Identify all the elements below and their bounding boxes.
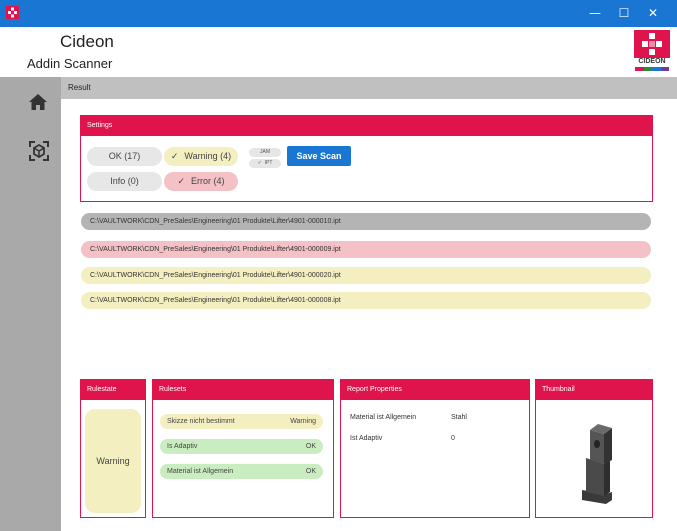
ruleset-result: Warning	[290, 418, 316, 425]
sidebar	[0, 77, 61, 531]
check-icon: ✓	[177, 176, 186, 186]
main-content: Result Settings OK (17) Info (0) ✓ Warnin…	[61, 77, 677, 531]
cideon-logo: CIDEON	[634, 30, 670, 74]
property-name: Ist Adaptiv	[350, 435, 383, 442]
filter-error-toggle[interactable]: ✓ Error (4)	[164, 172, 238, 191]
window-titlebar[interactable]: — ☐ ✕	[0, 0, 677, 27]
rulestate-panel: Rulestate Warning	[80, 379, 146, 518]
ruleset-result: OK	[305, 468, 316, 475]
ruleset-item[interactable]: Is Adaptiv OK	[160, 439, 323, 454]
rulestate-title: Rulestate	[81, 380, 145, 400]
property-name: Material ist Allgemein	[350, 414, 417, 421]
save-scan-button[interactable]: Save Scan	[287, 146, 351, 166]
file-row[interactable]: C:\VAULTWORK\CDN_PreSales\Engineering\01…	[81, 241, 651, 258]
part-thumbnail-image	[582, 424, 612, 504]
file-row[interactable]: C:\VAULTWORK\CDN_PreSales\Engineering\01…	[81, 213, 651, 230]
rulestate-badge: Warning	[85, 409, 141, 513]
file-row[interactable]: C:\VAULTWORK\CDN_PreSales\Engineering\01…	[81, 267, 651, 284]
filetype-jam-toggle[interactable]: JAM	[249, 148, 281, 157]
thumbnail-panel: Thumbnail	[535, 379, 653, 518]
app-header: Cideon Addin Scanner CIDEON	[0, 27, 677, 77]
filter-info-toggle[interactable]: Info (0)	[87, 172, 162, 191]
app-icon	[6, 6, 19, 19]
scan-icon[interactable]	[29, 141, 49, 161]
rulesets-title: Rulesets	[153, 380, 333, 400]
close-button[interactable]: ✕	[645, 5, 661, 21]
thumbnail-title: Thumbnail	[536, 380, 652, 400]
property-value: Stahl	[451, 414, 467, 421]
report-properties-title: Report Properties	[341, 380, 529, 400]
app-title: Cideon	[60, 32, 114, 51]
check-icon: ✓	[257, 160, 262, 166]
property-value: 0	[451, 435, 455, 442]
filetype-ipt-label: IPT	[264, 160, 273, 166]
settings-title: Settings	[81, 116, 652, 136]
logo-text: CIDEON	[638, 58, 666, 65]
rulesets-panel: Rulesets Skizze nicht bestimmt Warning I…	[152, 379, 334, 518]
ruleset-name: Is Adaptiv	[167, 443, 198, 450]
home-icon[interactable]	[28, 93, 48, 111]
filter-error-label: Error (4)	[191, 176, 225, 186]
filter-ok-toggle[interactable]: OK (17)	[87, 147, 162, 166]
filter-warning-toggle[interactable]: ✓ Warning (4)	[164, 147, 238, 166]
filter-warning-label: Warning (4)	[184, 151, 232, 161]
minimize-button[interactable]: —	[587, 5, 603, 21]
check-icon: ✓	[170, 151, 179, 161]
app-subtitle: Addin Scanner	[27, 56, 113, 71]
settings-panel: Settings OK (17) Info (0) ✓ Warning (4) ✓…	[80, 115, 653, 202]
filetype-ipt-toggle[interactable]: ✓ IPT	[249, 159, 281, 168]
ruleset-result: OK	[305, 443, 316, 450]
file-row[interactable]: C:\VAULTWORK\CDN_PreSales\Engineering\01…	[81, 292, 651, 309]
result-label: Result	[68, 83, 91, 92]
ruleset-item[interactable]: Skizze nicht bestimmt Warning	[160, 414, 323, 429]
maximize-button[interactable]: ☐	[616, 5, 632, 21]
ruleset-name: Material ist Allgemein	[167, 468, 234, 475]
ruleset-item[interactable]: Material ist Allgemein OK	[160, 464, 323, 479]
logo-bars	[635, 67, 669, 71]
result-bar: Result	[61, 77, 677, 99]
ruleset-name: Skizze nicht bestimmt	[167, 418, 235, 425]
report-properties-panel: Report Properties Material ist Allgemein…	[340, 379, 530, 518]
logo-mark-icon	[634, 30, 670, 58]
